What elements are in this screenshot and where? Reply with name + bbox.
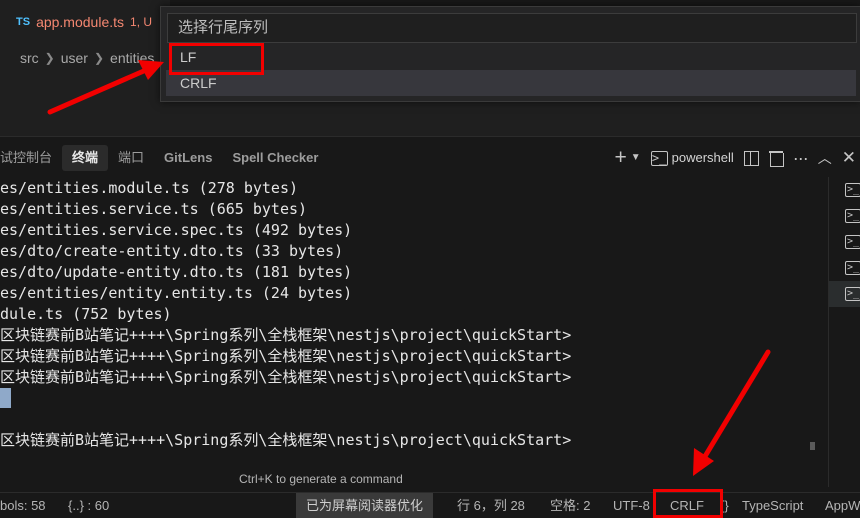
terminal-line: es/entities.service.ts (665 bytes) bbox=[0, 200, 308, 218]
terminal-line: es/dto/create-entity.dto.ts (33 bytes) bbox=[0, 242, 344, 260]
status-braces[interactable]: {..} : 60 bbox=[68, 493, 109, 518]
breadcrumb-item-entities[interactable]: entities bbox=[110, 50, 154, 66]
close-icon[interactable]: ✕ bbox=[842, 147, 856, 169]
terminal-icon: >_ bbox=[845, 261, 860, 275]
bottom-panel: 试控制台 终端 端口 GitLens Spell Checker + ▼ >_ … bbox=[0, 136, 860, 492]
typescript-file-icon: TS bbox=[16, 16, 31, 28]
status-symbols[interactable]: bols: 58 bbox=[0, 493, 46, 518]
quick-pick-item-crlf[interactable]: CRLF bbox=[166, 70, 856, 96]
status-app[interactable]: AppW bbox=[825, 493, 860, 518]
add-terminal-icon[interactable]: + bbox=[614, 147, 626, 169]
status-cursor-position[interactable]: 行 6，列 28 bbox=[457, 493, 525, 518]
chevron-down-icon[interactable]: ▼ bbox=[631, 147, 641, 169]
breadcrumb: src ❯ user ❯ entities bbox=[20, 47, 154, 69]
terminal-line: 区块链赛前B站笔记++++\Spring系列\全栈框架\nestjs\proje… bbox=[0, 368, 572, 386]
terminal-icon: >_ bbox=[845, 209, 860, 223]
tab-gitlens[interactable]: GitLens bbox=[154, 145, 222, 171]
terminal-list-item[interactable]: >_ bbox=[829, 177, 860, 203]
terminal-list-item[interactable]: >_ bbox=[829, 255, 860, 281]
terminal-line: dule.ts (752 bytes) bbox=[0, 305, 172, 323]
chevron-right-icon: ❯ bbox=[44, 51, 55, 65]
terminal-list-item[interactable]: >_ bbox=[829, 281, 860, 307]
tab-debug-console[interactable]: 试控制台 bbox=[0, 145, 62, 171]
terminal-list: >_ >_ >_ >_ >_ bbox=[828, 177, 860, 487]
terminal-output[interactable]: es/entities.module.ts (278 bytes) es/ent… bbox=[0, 178, 826, 478]
more-actions-icon[interactable]: ··· bbox=[793, 147, 809, 169]
status-encoding[interactable]: UTF-8 bbox=[613, 493, 650, 518]
split-terminal-icon[interactable] bbox=[743, 150, 759, 166]
annotation-box-lf bbox=[169, 43, 264, 75]
terminal-list-item[interactable]: >_ bbox=[829, 229, 860, 255]
terminal-line: es/entities.module.ts (278 bytes) bbox=[0, 179, 299, 197]
terminal-icon: >_ bbox=[845, 287, 860, 301]
tab-terminal[interactable]: 终端 bbox=[62, 145, 109, 171]
panel-actions: + ▼ >_ powershell ··· ︿ ✕ bbox=[614, 145, 860, 171]
terminal-line: 区块链赛前B站笔记++++\Spring系列\全栈框架\nestjs\proje… bbox=[0, 347, 572, 365]
terminal-line: 区块链赛前B站笔记++++\Spring系列\全栈框架\nestjs\proje… bbox=[0, 326, 572, 344]
terminal-icon: >_ bbox=[845, 235, 860, 249]
quick-pick-input[interactable]: 选择行尾序列 bbox=[167, 13, 857, 43]
panel-tab-bar: 试控制台 终端 端口 GitLens Spell Checker bbox=[0, 145, 328, 171]
tab-ports[interactable]: 端口 bbox=[108, 145, 154, 171]
tab-filename: app.module.ts bbox=[36, 14, 125, 30]
tab-problem-badge: 1, U bbox=[130, 15, 153, 29]
kill-terminal-icon[interactable] bbox=[768, 150, 784, 167]
status-bar: bols: 58 {..} : 60 已为屏幕阅读器优化 行 6，列 28 空格… bbox=[0, 492, 860, 518]
terminal-name-label[interactable]: powershell bbox=[672, 147, 734, 169]
quick-pick-item-lf[interactable]: LF bbox=[166, 44, 856, 70]
status-indentation[interactable]: 空格: 2 bbox=[550, 493, 590, 518]
terminal-line: es/entities.service.spec.ts (492 bytes) bbox=[0, 221, 353, 239]
status-screen-reader[interactable]: 已为屏幕阅读器优化 bbox=[296, 493, 434, 518]
terminal-icon: >_ bbox=[845, 183, 860, 197]
terminal-cursor bbox=[0, 388, 11, 408]
breadcrumb-item-src[interactable]: src bbox=[20, 50, 39, 66]
breadcrumb-item-user[interactable]: user bbox=[61, 50, 88, 66]
terminal-line: es/entities/entity.entity.ts (24 bytes) bbox=[0, 284, 353, 302]
terminal-icon: >_ bbox=[650, 150, 668, 166]
terminal-cursor-line bbox=[0, 388, 826, 409]
tab-spell-checker[interactable]: Spell Checker bbox=[222, 145, 328, 171]
status-language[interactable]: TypeScript bbox=[742, 493, 803, 518]
terminal-scrollbar-marker[interactable] bbox=[810, 442, 815, 450]
chevron-right-icon: ❯ bbox=[93, 51, 105, 65]
terminal-line: es/dto/update-entity.dto.ts (181 bytes) bbox=[0, 263, 353, 281]
editor-tab-app-module[interactable]: TS app.module.ts 1, U bbox=[0, 0, 170, 44]
annotation-box-crlf bbox=[653, 489, 723, 518]
terminal-list-item[interactable]: >_ bbox=[829, 203, 860, 229]
terminal-hint: Ctrl+K to generate a command bbox=[239, 472, 403, 486]
terminal-line: 区块链赛前B站笔记++++\Spring系列\全栈框架\nestjs\proje… bbox=[0, 431, 572, 449]
chevron-up-icon[interactable]: ︿ bbox=[818, 147, 832, 169]
